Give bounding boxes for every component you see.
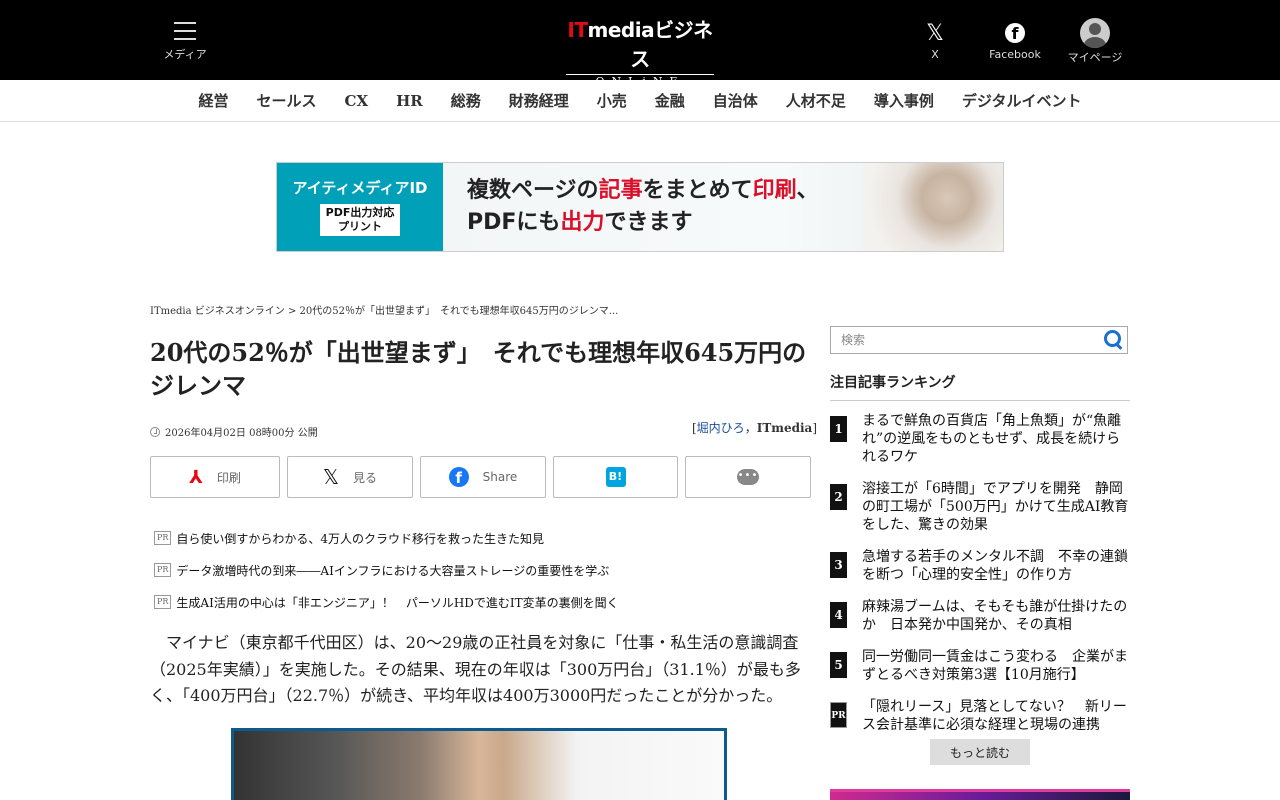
facebook-icon: f	[448, 467, 469, 487]
banner-copy: 複数ページの記事をまとめて印刷、 PDFにも出力できます	[443, 163, 1003, 251]
ranking-item[interactable]: 3 急増する若手のメンタル不調 不幸の連鎖を断つ「心理的安全性」の作り方	[830, 548, 1130, 584]
hatena-bookmark-button[interactable]: B!	[553, 456, 678, 498]
nav-item[interactable]: デジタルイベント	[948, 90, 1096, 111]
breadcrumb[interactable]: ITmedia ビジネスオンライン > 20代の52％が「出世望まず」 それでも…	[150, 302, 618, 317]
ranking-item[interactable]: 1 まるで鮮魚の百貨店「角上魚類」が“魚離れ”の逆風をものともせず、成長を続けら…	[830, 412, 1130, 466]
article-photo	[231, 728, 727, 800]
clock-icon	[150, 426, 160, 437]
x-link[interactable]: 𝕏 X	[915, 18, 955, 61]
banner-brand-panel: アイティメディアID PDF出力対応 プリント	[277, 163, 443, 251]
search-icon[interactable]	[1101, 327, 1127, 353]
nav-item[interactable]: 総務	[437, 90, 495, 111]
ranking-item-pr[interactable]: PR 「隠れリース」見落としてない？ 新リース会計基準に必須な経理と現場の連携	[830, 698, 1130, 734]
read-more-button[interactable]: もっと読む	[930, 739, 1030, 765]
mypage-link[interactable]: マイページ	[1060, 18, 1130, 65]
ranking-item-title: 「隠れリース」見落としてない？ 新リース会計基準に必須な経理と現場の連携	[862, 699, 1127, 733]
print-label: 印刷	[216, 470, 241, 485]
rank-number: 1	[830, 416, 847, 442]
rank-pr-badge: PR	[830, 702, 847, 728]
facebook-share-label: Share	[482, 470, 518, 484]
pr-link[interactable]: PR 生成AI活用の中心は「非エンジニア」！ パーソルHDで進むIT変革の裏側を…	[154, 586, 619, 618]
rank-number: 2	[830, 484, 847, 510]
ranking-list: 1 まるで鮮魚の百貨店「角上魚類」が“魚離れ”の逆風をものともせず、成長を続けら…	[830, 412, 1130, 748]
x-icon: 𝕏	[926, 21, 944, 46]
article-date: 2026年04月02日 08時00分 公開	[150, 424, 318, 439]
ranking-item[interactable]: 5 同一労働同一賃金はこう変わる 企業がまずとるべき対策第3選【10月施行】	[830, 648, 1130, 684]
comment-button[interactable]: •••	[685, 456, 811, 498]
ranking-item[interactable]: 2 溶接工が「6時間」でアプリを開発 静岡の町工場が「500万円」かけて生成AI…	[830, 480, 1130, 534]
site-search	[830, 326, 1128, 354]
facebook-share-button[interactable]: f Share	[420, 456, 546, 498]
nav-item[interactable]: セールス	[242, 90, 330, 111]
pr-badge: PR	[154, 595, 172, 609]
media-menu-label: メディア	[163, 48, 207, 61]
ranking-item-title: 同一労働同一賃金はこう変わる 企業がまずとるべき対策第3選【10月施行】	[862, 649, 1128, 683]
nav-item[interactable]: CX	[331, 92, 383, 110]
nav-item[interactable]: 経営	[184, 90, 242, 111]
ranking-item-title: 麻辣湯ブームは、そもそも誰が仕掛けたのか 日本発か中国発か、その真相	[862, 599, 1128, 633]
publisher-name: ITmedia	[756, 421, 813, 435]
search-input[interactable]	[831, 327, 1101, 353]
pr-badge: PR	[154, 563, 172, 577]
ranking-title: 注目記事ランキング	[830, 372, 1130, 401]
mypage-label: マイページ	[1067, 51, 1123, 64]
rank-number: 4	[830, 602, 847, 628]
article-byline: [堀内ひろ，ITmedia]	[691, 421, 817, 435]
site-logo[interactable]: ITmediaビジネス ONLiNE	[560, 14, 720, 89]
print-button[interactable]: ⅄ 印刷	[150, 456, 280, 498]
banner-brand: アイティメディアID	[292, 179, 428, 197]
nav-item[interactable]: 人材不足	[772, 90, 860, 111]
banner-photo	[863, 163, 1003, 251]
logo-main: ITmediaビジネス	[567, 18, 713, 71]
pr-link[interactable]: PR 自ら使い倒すからわかる、4万人のクラウド移行を救った生きた知見	[154, 522, 619, 554]
pr-link[interactable]: PR データ激増時代の到来――AIインフラにおける大容量ストレージの重要性を学ぶ	[154, 554, 619, 586]
nav-item[interactable]: 金融	[641, 90, 699, 111]
rank-number: 3	[830, 552, 847, 578]
share-toolbar: ⅄ 印刷 𝕏 見る f Share B! •••	[150, 456, 811, 498]
nav-item[interactable]: HR	[382, 92, 437, 110]
rank-number: 5	[830, 652, 847, 678]
x-share-label: 見る	[353, 470, 378, 485]
nav-item[interactable]: 財務経理	[495, 90, 583, 111]
comment-icon: •••	[737, 469, 759, 485]
article-title: 20代の52％が「出世望まず」 それでも理想年収645万円のジレンマ	[150, 338, 807, 400]
site-header: メディア ITmediaビジネス ONLiNE 𝕏 X f Facebook マ…	[0, 0, 1280, 89]
nav-item[interactable]: 自治体	[699, 90, 772, 111]
sidebar-ad[interactable]	[830, 789, 1130, 800]
ranking-item[interactable]: 4 麻辣湯ブームは、そもそも誰が仕掛けたのか 日本発か中国発か、その真相	[830, 598, 1130, 634]
article-date-text: 2026年04月02日 08時00分 公開	[165, 428, 318, 439]
category-nav: 経営 セールス CX HR 総務 財務経理 小売 金融 自治体 人材不足 導入事…	[0, 80, 1280, 122]
hamburger-icon	[174, 22, 196, 40]
article-body: マイナビ（東京都千代田区）は、20～29歳の正社員を対象に「仕事・私生活の意識調…	[150, 633, 801, 705]
x-icon: 𝕏	[322, 465, 340, 489]
pdf-icon: ⅄	[189, 466, 203, 488]
media-menu-button[interactable]: メディア	[160, 18, 210, 62]
nav-item[interactable]: 小売	[583, 90, 641, 111]
banner-badge: PDF出力対応 プリント	[319, 204, 401, 236]
x-share-button[interactable]: 𝕏 見る	[287, 456, 413, 498]
facebook-label: Facebook	[989, 48, 1041, 61]
ranking-item-title: 急増する若手のメンタル不調 不幸の連鎖を断つ「心理的安全性」の作り方	[862, 549, 1128, 583]
promo-banner[interactable]: アイティメディアID PDF出力対応 プリント 複数ページの記事をまとめて印刷、…	[276, 162, 1004, 252]
ranking-item-title: 溶接工が「6時間」でアプリを開発 静岡の町工場が「500万円」かけて生成AI教育…	[862, 481, 1129, 533]
ranking-item-title: まるで鮮魚の百貨店「角上魚類」が“魚離れ”の逆風をものともせず、成長を続けられる…	[862, 413, 1122, 465]
facebook-icon: f	[1005, 23, 1025, 43]
author-link[interactable]: 堀内ひろ	[697, 421, 745, 435]
hatena-bookmark-icon: B!	[605, 467, 626, 487]
pr-links: PR 自ら使い倒すからわかる、4万人のクラウド移行を救った生きた知見 PR デー…	[154, 522, 619, 618]
pr-badge: PR	[154, 531, 172, 545]
nav-item[interactable]: 導入事例	[860, 90, 948, 111]
facebook-link[interactable]: f Facebook	[985, 18, 1045, 61]
x-label: X	[931, 48, 939, 61]
user-avatar-icon	[1080, 18, 1110, 48]
